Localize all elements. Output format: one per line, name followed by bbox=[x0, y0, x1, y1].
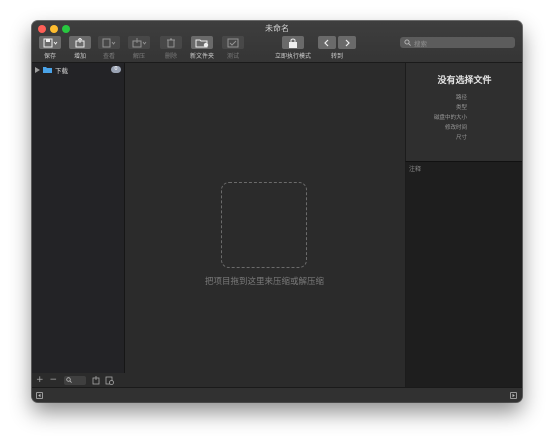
archive-content-area[interactable]: 把项目拖到这里来压缩或解压缩 bbox=[125, 63, 404, 387]
sidebar: 下载 0 bbox=[32, 63, 125, 373]
inspector-toggle-icon bbox=[512, 393, 515, 398]
save-label: 保存 bbox=[43, 53, 57, 60]
test-label: 测试 bbox=[226, 53, 240, 60]
search-icon bbox=[404, 39, 411, 46]
notes-label: 注释 bbox=[409, 166, 422, 173]
info-disk-size-label: 磁盘中的大小 bbox=[433, 115, 467, 121]
sidebar-footer: + − bbox=[32, 373, 124, 387]
app-window: 未命名 保存 增加 查看 解压 删除 新文件夹 测试 立即执行模式 转到 搜索 … bbox=[32, 21, 522, 402]
new-folder-icon bbox=[195, 39, 209, 47]
new-folder-button[interactable] bbox=[191, 36, 213, 49]
no-selection-title: 没有选择文件 bbox=[437, 76, 492, 86]
toolbar-area: 未命名 保存 增加 查看 解压 删除 新文件夹 测试 立即执行模式 转到 搜索 bbox=[32, 21, 522, 63]
info-path-label: 路径 bbox=[455, 95, 467, 101]
toggle-sidebar-button[interactable] bbox=[36, 392, 43, 399]
count-badge: 0 bbox=[111, 66, 121, 73]
archive-add-icon[interactable] bbox=[92, 375, 101, 385]
search-placeholder: 搜索 bbox=[414, 39, 427, 48]
chevron-left-icon bbox=[324, 39, 329, 46]
remove-location-button[interactable]: − bbox=[50, 375, 58, 385]
search-input[interactable]: 搜索 bbox=[400, 37, 515, 48]
immediate-mode-label: 立即执行模式 bbox=[274, 53, 312, 60]
drop-zone[interactable] bbox=[221, 182, 307, 268]
extract-button[interactable] bbox=[128, 36, 150, 49]
add-button[interactable] bbox=[69, 36, 91, 49]
extract-icon bbox=[132, 37, 147, 47]
info-modified-label: 修改时间 bbox=[444, 125, 467, 131]
notes-panel[interactable]: 注释 bbox=[405, 161, 522, 388]
info-panel: 没有选择文件 路径 类型 磁盘中的大小 修改时间 尺寸 bbox=[405, 63, 522, 161]
trash-icon bbox=[167, 38, 175, 47]
toggle-inspector-button[interactable] bbox=[510, 392, 517, 399]
folder-icon bbox=[43, 67, 52, 73]
sidebar-item-label: 下载 bbox=[55, 66, 68, 75]
disclosure-triangle-icon[interactable] bbox=[35, 66, 40, 73]
test-button[interactable] bbox=[222, 36, 244, 49]
goto-label: 转到 bbox=[330, 53, 344, 60]
add-location-button[interactable]: + bbox=[36, 375, 44, 385]
delete-label: 删除 bbox=[164, 53, 178, 60]
window-title: 未命名 bbox=[265, 24, 289, 33]
back-button[interactable] bbox=[318, 36, 336, 49]
info-size-label: 尺寸 bbox=[455, 135, 467, 141]
add-label: 增加 bbox=[73, 53, 87, 60]
status-bar bbox=[32, 387, 522, 402]
view-button[interactable] bbox=[98, 36, 120, 49]
save-icon bbox=[43, 38, 58, 47]
save-button[interactable] bbox=[39, 36, 61, 49]
view-label: 查看 bbox=[102, 53, 116, 60]
sidebar-toggle-icon bbox=[38, 393, 41, 398]
extract-label: 解压 bbox=[132, 53, 146, 60]
settings-gear-icon[interactable] bbox=[105, 376, 114, 385]
add-icon bbox=[75, 37, 85, 47]
sidebar-item-downloads[interactable]: 下载 0 bbox=[35, 65, 122, 75]
forward-button[interactable] bbox=[338, 36, 356, 49]
sidebar-search-field[interactable] bbox=[64, 375, 87, 385]
drop-hint-text: 把项目拖到这里来压缩或解压缩 bbox=[204, 277, 324, 287]
search-icon bbox=[66, 377, 72, 383]
delete-button[interactable] bbox=[160, 36, 182, 49]
immediate-mode-button[interactable] bbox=[282, 36, 304, 49]
new-folder-label: 新文件夹 bbox=[189, 53, 215, 60]
view-icon bbox=[102, 38, 116, 47]
check-icon bbox=[227, 38, 239, 47]
info-type-label: 类型 bbox=[455, 105, 467, 111]
lock-icon bbox=[289, 38, 297, 48]
chevron-right-icon bbox=[345, 39, 350, 46]
